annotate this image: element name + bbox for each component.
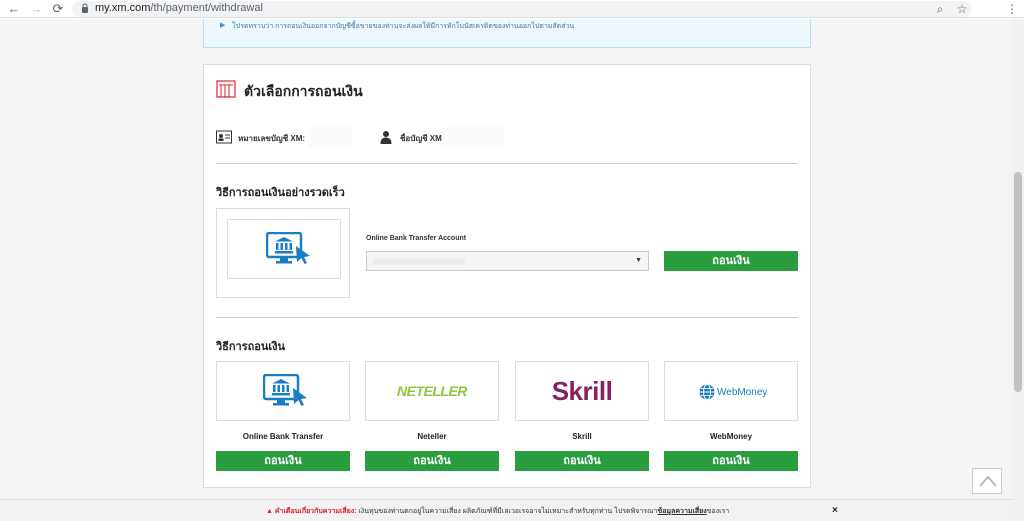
account-name-field: ชื่อบัญชี XM: <box>380 127 510 148</box>
withdraw-button-skrill[interactable]: ถอนเงิน <box>515 451 649 471</box>
star-icon[interactable]: ☆ <box>954 1 970 17</box>
withdraw-button-webmoney[interactable]: ถอนเงิน <box>664 451 798 471</box>
withdraw-button-bank-transfer[interactable]: ถอนเงิน <box>216 451 350 471</box>
method-name-neteller: Neteller <box>417 432 447 441</box>
url-path: /th/payment/withdrawal <box>150 2 263 14</box>
zoom-icon[interactable]: ⌕ <box>932 1 948 17</box>
warning-triangle-icon: ▲ <box>266 508 273 515</box>
close-icon[interactable]: × <box>832 505 838 516</box>
method-name-webmoney: WebMoney <box>709 432 753 441</box>
divider <box>216 317 798 318</box>
lock-icon <box>82 3 88 13</box>
skrill-logo: Skrill <box>551 376 613 406</box>
menu-icon[interactable]: ⋮ <box>1004 1 1020 17</box>
webmoney-globe-icon <box>699 384 715 400</box>
method-card-neteller[interactable]: NETELLER <box>365 361 499 421</box>
chevron-up-icon <box>979 475 997 487</box>
reload-icon[interactable]: ⟳ <box>50 1 66 17</box>
info-notice: ▶ โปรดทราบว่า การถอนเงินออกจากบัญชีซื้อข… <box>203 19 811 48</box>
notice-text: โปรดทราบว่า การถอนเงินออกจากบัญชีซื้อขาย… <box>232 23 575 30</box>
browser-toolbar: ← → ⟳ my.xm.com/th/payment/withdrawal ⌕ … <box>0 0 1024 18</box>
withdraw-button-neteller[interactable]: ถอนเงิน <box>365 451 499 471</box>
method-name-skrill: Skrill <box>572 432 592 441</box>
bank-account-selected-value <box>373 259 465 265</box>
bank-account-select[interactable]: ▼ <box>366 251 649 271</box>
user-icon <box>380 131 392 144</box>
scrollbar-thumb[interactable] <box>1014 172 1022 392</box>
panel-title: ตัวเลือกการถอนเงิน <box>244 83 363 99</box>
account-number-field: หมายเลขบัญชี XM: <box>216 127 352 148</box>
account-number-label: หมายเลขบัญชี XM: <box>238 134 306 143</box>
bank-account-label: Online Bank Transfer Account <box>366 235 467 242</box>
quick-withdraw-button[interactable]: ถอนเงิน <box>664 251 798 271</box>
webmoney-logo: WebMoney <box>717 387 768 398</box>
quick-method-card[interactable] <box>216 208 350 298</box>
method-card-skrill[interactable]: Skrill <box>515 361 649 421</box>
forward-icon[interactable]: → <box>28 1 44 17</box>
bank-transfer-icon <box>263 374 307 406</box>
withdrawal-methods-title: วิธีการถอนเงิน <box>216 341 286 353</box>
method-card-webmoney[interactable]: WebMoney <box>664 361 798 421</box>
risk-disclosure-link[interactable]: ข้อมูลความเสี่ยง <box>657 508 706 515</box>
triangle-right-icon: ▶ <box>220 22 226 29</box>
page-content: ▶ โปรดทราบว่า การถอนเงินออกจากบัญชีซื้อข… <box>0 19 1012 521</box>
url-host: my.xm.com <box>95 2 151 14</box>
url-text: my.xm.com/th/payment/withdrawal <box>95 2 263 14</box>
back-icon[interactable]: ← <box>6 1 22 17</box>
neteller-logo: NETELLER <box>397 383 467 399</box>
bank-transfer-icon <box>266 232 310 264</box>
risk-warning-bar: ▲ คำเตือนเกี่ยวกับความเสี่ยง: เงินทุนของ… <box>0 499 1012 521</box>
risk-warning-body: เงินทุนของท่านตกอยู่ในความเสี่ยง ผลิตภัณ… <box>356 508 658 515</box>
account-number-value <box>308 127 352 147</box>
method-card-bank-transfer[interactable] <box>216 361 350 421</box>
method-name-bank-transfer: Online Bank Transfer <box>242 432 324 441</box>
risk-warning-label: คำเตือนเกี่ยวกับความเสี่ยง: <box>274 508 357 515</box>
back-to-top-button[interactable] <box>972 468 1002 494</box>
divider <box>216 163 798 164</box>
withdrawal-options-panel: ตัวเลือกการถอนเงิน หมายเลขบัญชี XM: ชื่อ… <box>203 64 811 488</box>
caret-down-icon: ▼ <box>635 257 642 264</box>
risk-warning-tail: ของเรา <box>706 508 730 515</box>
risk-warning-text: ▲ คำเตือนเกี่ยวกับความเสี่ยง: เงินทุนของ… <box>266 506 729 517</box>
withdrawal-icon <box>216 80 236 98</box>
quick-method-logo-box <box>227 219 341 279</box>
account-name-label: ชื่อบัญชี XM: <box>400 134 445 143</box>
account-name-value <box>442 127 504 147</box>
id-card-icon <box>216 130 232 144</box>
quick-withdrawal-title: วิธีการถอนเงินอย่างรวดเร็ว <box>216 187 345 199</box>
